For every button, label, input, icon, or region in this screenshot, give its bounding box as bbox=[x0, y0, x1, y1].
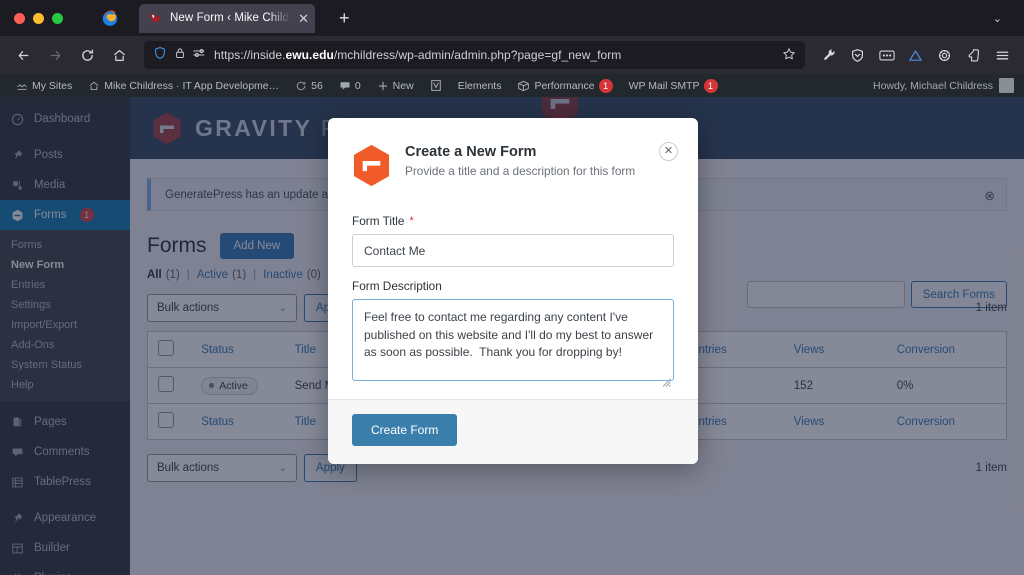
admin-bar-elements[interactable]: Elements bbox=[450, 74, 510, 97]
maximize-window-button[interactable] bbox=[52, 12, 63, 24]
form-title-label: Form Title bbox=[352, 214, 405, 228]
toolbar-icons bbox=[815, 42, 1016, 68]
admin-bar-account[interactable]: Howdy, Michael Childress bbox=[873, 78, 1016, 93]
pocket-icon[interactable] bbox=[960, 42, 987, 68]
admin-bar-comments-count: 0 bbox=[354, 79, 361, 92]
modal-title: Create a New Form bbox=[405, 144, 537, 160]
browser-window: New Form ‹ Mike Childress · IT A ✕ + ⌄ bbox=[0, 0, 1024, 575]
close-modal-button[interactable]: ✕ bbox=[659, 142, 678, 161]
admin-bar-wpmail-label: WP Mail SMTP bbox=[628, 79, 700, 92]
tab-title: New Form ‹ Mike Childress · IT A bbox=[170, 12, 292, 24]
admin-bar-new[interactable]: New bbox=[369, 74, 422, 97]
modal-subtitle: Provide a title and a description for th… bbox=[405, 164, 636, 179]
admin-bar-updates[interactable]: 56 bbox=[287, 74, 331, 97]
modal-body: Form Title * Form Description bbox=[328, 187, 698, 399]
form-description-label-row: Form Description bbox=[352, 279, 674, 293]
browser-tab[interactable]: New Form ‹ Mike Childress · IT A ✕ bbox=[139, 3, 315, 33]
admin-bar-new-label: New bbox=[392, 79, 414, 92]
bookmark-star-icon[interactable] bbox=[782, 47, 796, 64]
admin-bar-site-name[interactable]: Mike Childress · IT App Developme… bbox=[80, 74, 287, 97]
admin-bar-wpmail[interactable]: WP Mail SMTP 1 bbox=[621, 74, 726, 97]
gravity-forms-icon bbox=[352, 144, 391, 187]
modal-header: Create a New Form Provide a title and a … bbox=[328, 118, 698, 187]
form-description-textarea[interactable] bbox=[352, 299, 674, 381]
site-settings-icon[interactable] bbox=[193, 46, 207, 64]
form-title-label-row: Form Title * bbox=[352, 214, 674, 228]
admin-bar-site-label: Mike Childress · IT App Developme… bbox=[104, 79, 280, 92]
lock-icon[interactable] bbox=[174, 46, 186, 64]
admin-bar-wpmail-badge: 1 bbox=[703, 78, 718, 93]
extension-icon[interactable] bbox=[931, 42, 958, 68]
password-icon[interactable] bbox=[873, 42, 900, 68]
create-form-button[interactable]: Create Form bbox=[352, 414, 458, 446]
modal-footer: Create Form bbox=[328, 399, 698, 464]
admin-bar-my-sites[interactable]: My Sites bbox=[8, 74, 80, 97]
required-indicator: * bbox=[409, 215, 414, 227]
browser-chrome: New Form ‹ Mike Childress · IT A ✕ + ⌄ bbox=[0, 0, 1024, 74]
close-window-button[interactable] bbox=[14, 12, 25, 24]
admin-bar-performance-badge: 1 bbox=[598, 78, 613, 93]
reload-icon[interactable] bbox=[72, 41, 102, 69]
form-description-wrapper bbox=[352, 299, 674, 387]
back-icon[interactable] bbox=[8, 41, 38, 69]
window-controls[interactable] bbox=[8, 12, 71, 24]
forward-icon[interactable] bbox=[40, 41, 70, 69]
firefox-logo-icon bbox=[101, 9, 119, 27]
form-description-label: Form Description bbox=[352, 279, 442, 293]
form-title-input[interactable] bbox=[352, 234, 674, 267]
close-tab-icon[interactable]: ✕ bbox=[298, 12, 309, 25]
admin-bar-comments[interactable]: 0 bbox=[331, 74, 369, 97]
admin-bar-yoast-icon[interactable] bbox=[422, 74, 450, 97]
site-favicon-icon bbox=[148, 11, 163, 26]
tab-strip: New Form ‹ Mike Childress · IT A ✕ + ⌄ bbox=[0, 0, 1024, 36]
admin-bar-performance[interactable]: Performance 1 bbox=[509, 74, 620, 97]
home-icon[interactable] bbox=[104, 41, 134, 69]
menu-icon[interactable] bbox=[989, 42, 1016, 68]
create-form-modal: Create a New Form Provide a title and a … bbox=[328, 118, 698, 464]
triangle-icon[interactable] bbox=[902, 42, 929, 68]
admin-bar-performance-label: Performance bbox=[534, 79, 595, 92]
shield-icon[interactable] bbox=[844, 42, 871, 68]
minimize-window-button[interactable] bbox=[33, 12, 44, 24]
admin-bar-updates-count: 56 bbox=[311, 79, 323, 92]
new-tab-button[interactable]: + bbox=[331, 5, 358, 31]
address-bar[interactable]: https://inside.ewu.edu/mchildress/wp-adm… bbox=[144, 41, 805, 69]
shield-tracking-icon[interactable] bbox=[153, 46, 167, 65]
admin-bar-howdy-label: Howdy, Michael Childress bbox=[872, 79, 993, 92]
navigation-toolbar: https://inside.ewu.edu/mchildress/wp-adm… bbox=[0, 36, 1024, 74]
admin-bar-elements-label: Elements bbox=[457, 79, 502, 92]
url-text[interactable]: https://inside.ewu.edu/mchildress/wp-adm… bbox=[214, 48, 775, 62]
wp-admin-bar: My Sites Mike Childress · IT App Develop… bbox=[0, 74, 1024, 97]
list-all-tabs-icon[interactable]: ⌄ bbox=[993, 12, 1016, 25]
wrench-icon[interactable] bbox=[815, 42, 842, 68]
admin-bar-my-sites-label: My Sites bbox=[32, 79, 73, 92]
avatar bbox=[999, 78, 1014, 93]
